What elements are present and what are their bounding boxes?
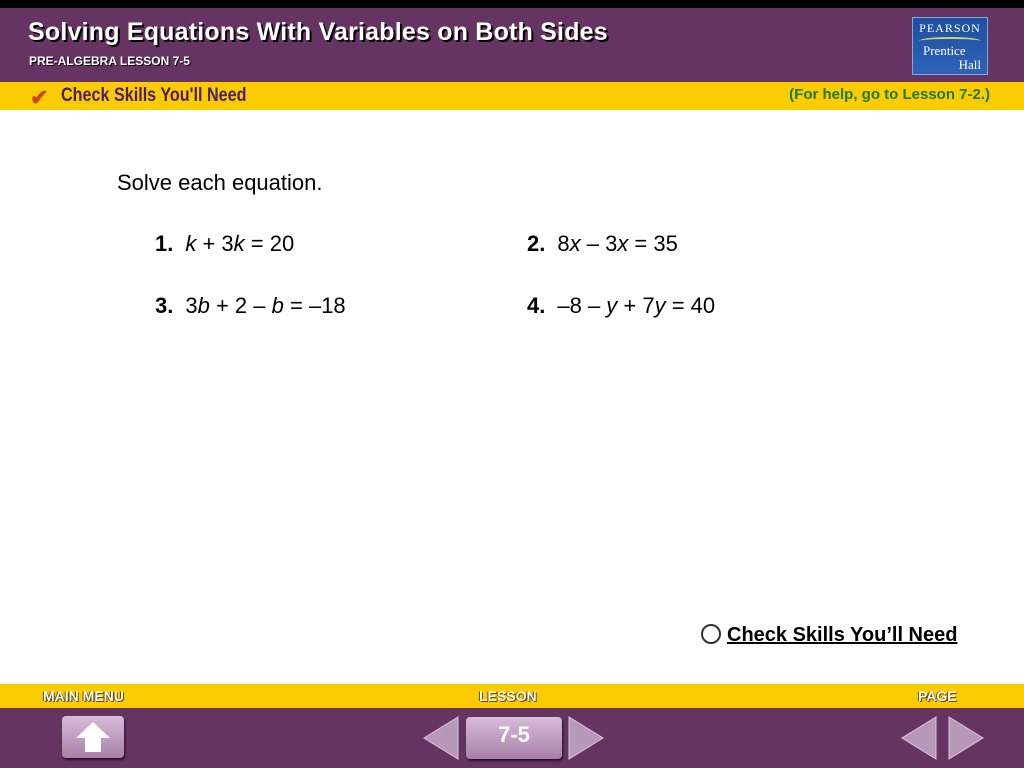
equation-text: = 40 xyxy=(665,293,716,318)
lesson-subtitle: PRE-ALGEBRA LESSON 7-5 xyxy=(29,54,190,68)
main-menu-label: MAIN MENU xyxy=(43,688,124,704)
equation-variable: k xyxy=(233,231,245,256)
logo-text-3: Hall xyxy=(958,57,981,72)
equation-text: = –18 xyxy=(283,293,346,318)
logo-text-1: PEARSON xyxy=(919,21,981,35)
problem-4: 4. –8 – y + 7y = 40 xyxy=(527,293,715,319)
problem-number: 2. xyxy=(527,231,546,256)
equation-variable: x xyxy=(617,231,629,256)
equation-variable: b xyxy=(197,293,210,318)
banner-label: Check Skills You'll Need xyxy=(61,85,247,106)
help-text: (For help, go to Lesson 7-2.) xyxy=(789,86,990,103)
equation-text: + 7 xyxy=(617,293,655,318)
page-title: Solving Equations With Variables on Both… xyxy=(28,18,608,46)
page-label: PAGE xyxy=(918,688,957,704)
up-arrow-icon xyxy=(76,722,110,752)
check-skills-link[interactable]: Check Skills You’ll Need xyxy=(701,624,957,647)
main-menu-button[interactable] xyxy=(62,716,124,758)
problem-number: 4. xyxy=(527,293,546,318)
header: Solving Equations With Variables on Both… xyxy=(0,8,1024,82)
problem-1: 1. k + 3k = 20 xyxy=(155,231,294,257)
equation-text: + 2 – xyxy=(209,293,272,318)
equation-text: 3 xyxy=(185,293,198,318)
equation-variable: k xyxy=(185,231,197,256)
problem-2: 2. 8x – 3x = 35 xyxy=(527,231,678,257)
problem-number: 3. xyxy=(155,293,174,318)
equation-variable: b xyxy=(271,293,284,318)
top-border xyxy=(0,0,1024,8)
lesson-number: 7-5 xyxy=(466,717,562,759)
next-lesson-button[interactable] xyxy=(567,715,607,761)
equation-variable: x xyxy=(569,231,581,256)
equation-text: – 3 xyxy=(580,231,618,256)
speaker-icon xyxy=(701,624,721,644)
prev-page-button[interactable] xyxy=(898,715,938,761)
prev-lesson-button[interactable] xyxy=(420,715,460,761)
equation-text: 8 xyxy=(557,231,570,256)
next-page-button[interactable] xyxy=(947,715,987,761)
problem-3: 3. 3b + 2 – b = –18 xyxy=(155,293,346,319)
equation-text: = 35 xyxy=(628,231,678,256)
problem-number: 1. xyxy=(155,231,174,256)
check-skills-link-text[interactable]: Check Skills You’ll Need xyxy=(727,624,957,646)
equation-variable: y xyxy=(606,293,618,318)
equation-variable: y xyxy=(654,293,666,318)
equation-text: + 3 xyxy=(196,231,234,256)
pearson-logo: PEARSON Prentice Hall xyxy=(912,17,988,75)
check-skills-banner: ✔ Check Skills You'll Need (For help, go… xyxy=(0,82,1024,110)
lesson-label: LESSON xyxy=(479,688,537,704)
instruction: Solve each equation. xyxy=(117,170,323,195)
equation-text: –8 – xyxy=(557,293,607,318)
footer-labels: MAIN MENU LESSON PAGE xyxy=(0,684,1024,708)
equation-text: = 20 xyxy=(244,231,295,256)
checkmark-icon: ✔ xyxy=(30,85,49,110)
